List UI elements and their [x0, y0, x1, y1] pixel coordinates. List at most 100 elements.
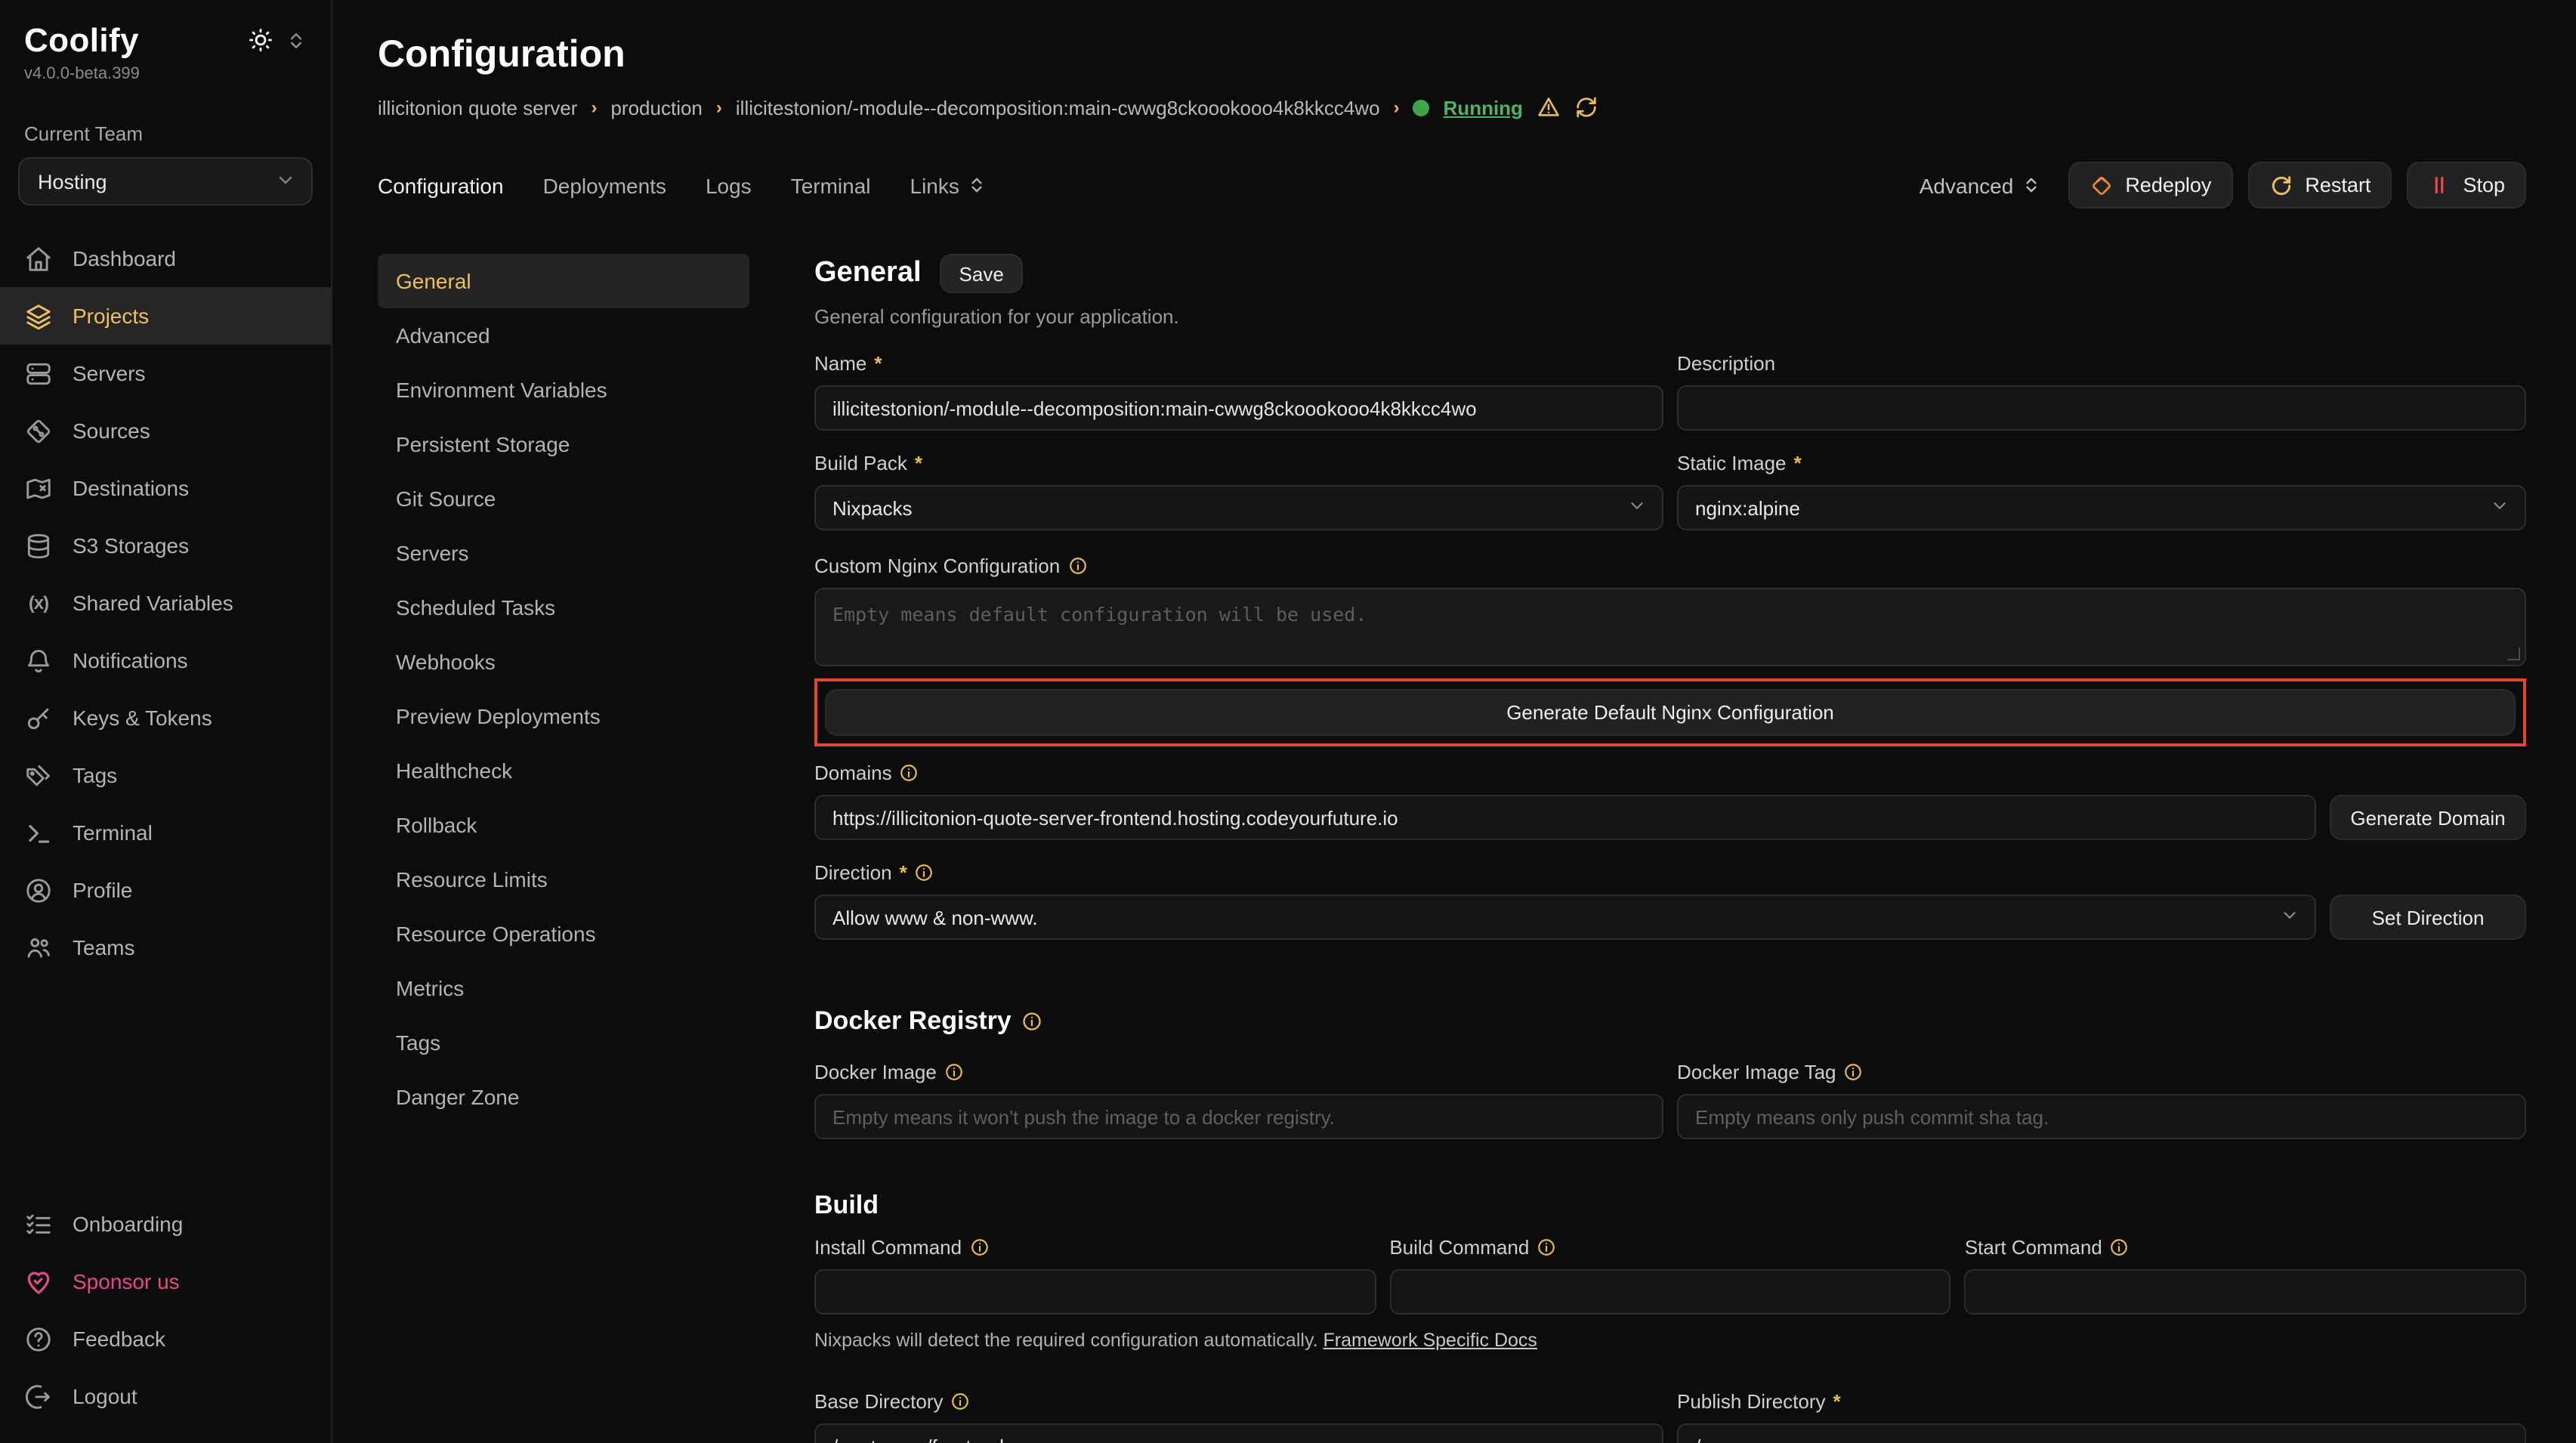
config-nav-metrics[interactable]: Metrics — [378, 961, 749, 1015]
tab-bar: Configuration Deployments Logs Terminal … — [378, 162, 2526, 209]
sidebar-item-destinations[interactable]: Destinations — [0, 459, 331, 517]
info-icon[interactable] — [1067, 556, 1087, 576]
config-nav-webhooks[interactable]: Webhooks — [378, 635, 749, 689]
sidebar-item-onboarding[interactable]: Onboarding — [0, 1195, 331, 1253]
main-content: Configuration illicitonion quote server … — [332, 0, 2576, 1443]
config-nav-tags[interactable]: Tags — [378, 1015, 749, 1070]
install-command-input[interactable] — [814, 1269, 1376, 1315]
config-nav-resource-operations[interactable]: Resource Operations — [378, 907, 749, 961]
set-direction-button[interactable]: Set Direction — [2330, 895, 2526, 940]
redeploy-label: Redeploy — [2125, 174, 2211, 196]
page-title: Configuration — [378, 33, 2526, 77]
tab-links[interactable]: Links — [910, 173, 987, 197]
tab-configuration[interactable]: Configuration — [378, 173, 504, 197]
config-nav-environment-variables[interactable]: Environment Variables — [378, 363, 749, 417]
save-button[interactable]: Save — [940, 254, 1024, 293]
team-select-value: Hosting — [38, 170, 107, 193]
refresh-icon[interactable] — [1574, 95, 1598, 119]
sidebar-item-label: Teams — [73, 935, 134, 959]
info-icon[interactable] — [1844, 1062, 1864, 1082]
start-command-input[interactable] — [1965, 1269, 2526, 1315]
sidebar-item-keys-tokens[interactable]: Keys & Tokens — [0, 689, 331, 746]
config-nav-advanced[interactable]: Advanced — [378, 308, 749, 363]
config-nav-preview-deployments[interactable]: Preview Deployments — [378, 689, 749, 743]
info-icon[interactable] — [900, 763, 919, 783]
docker-image-input[interactable] — [814, 1094, 1663, 1139]
chevron-down-icon — [2490, 496, 2510, 520]
static-image-label: Static Image — [1677, 452, 1787, 474]
config-nav-general[interactable]: General — [378, 254, 749, 308]
sidebar-item-servers[interactable]: Servers — [0, 345, 331, 402]
team-select[interactable]: Hosting — [18, 157, 313, 205]
advanced-dropdown[interactable]: Advanced — [1920, 173, 2041, 197]
terminal-icon — [24, 818, 53, 847]
info-icon[interactable] — [969, 1238, 989, 1257]
config-nav-servers[interactable]: Servers — [378, 526, 749, 580]
breadcrumb-environment[interactable]: production — [610, 96, 702, 119]
config-nav-rollback[interactable]: Rollback — [378, 798, 749, 852]
nginx-config-textarea[interactable]: Empty means default configuration will b… — [814, 588, 2526, 666]
config-nav-git-source[interactable]: Git Source — [378, 471, 749, 526]
redeploy-button[interactable]: Redeploy — [2068, 162, 2232, 209]
generate-nginx-config-button[interactable]: Generate Default Nginx Configuration — [825, 689, 2516, 736]
info-icon[interactable] — [2110, 1238, 2130, 1257]
sidebar-item-shared-variables[interactable]: (x) Shared Variables — [0, 574, 331, 632]
config-nav-resource-limits[interactable]: Resource Limits — [378, 852, 749, 907]
resize-handle[interactable] — [2507, 647, 2520, 660]
domains-input[interactable] — [814, 795, 2316, 840]
nginx-config-label: Custom Nginx Configuration — [814, 555, 1060, 577]
tab-terminal[interactable]: Terminal — [791, 173, 871, 197]
redeploy-icon — [2089, 173, 2113, 197]
config-nav-danger-zone[interactable]: Danger Zone — [378, 1070, 749, 1124]
info-icon[interactable] — [1022, 1011, 1043, 1032]
sidebar-item-notifications[interactable]: Notifications — [0, 632, 331, 689]
framework-docs-link[interactable]: Framework Specific Docs — [1324, 1330, 1537, 1351]
user-circle-icon — [24, 876, 53, 904]
sidebar-item-tags[interactable]: Tags — [0, 746, 331, 804]
description-input[interactable] — [1677, 385, 2526, 431]
tab-logs[interactable]: Logs — [706, 173, 752, 197]
info-icon[interactable] — [951, 1392, 971, 1411]
sidebar-item-label: Shared Variables — [73, 591, 233, 615]
sidebar-item-teams[interactable]: Teams — [0, 919, 331, 976]
config-nav-healthcheck[interactable]: Healthcheck — [378, 743, 749, 798]
info-icon[interactable] — [944, 1062, 964, 1082]
sidebar-header: Coolify — [0, 21, 331, 60]
sidebar-item-label: Sources — [73, 419, 150, 443]
sidebar-collapse-icon[interactable] — [286, 29, 307, 51]
breadcrumb-project[interactable]: illicitonion quote server — [378, 96, 577, 119]
sidebar-item-profile[interactable]: Profile — [0, 861, 331, 919]
sidebar-item-terminal[interactable]: Terminal — [0, 804, 331, 861]
warning-icon[interactable] — [1537, 95, 1561, 119]
start-command-label: Start Command — [1965, 1236, 2102, 1259]
name-input[interactable] — [814, 385, 1663, 431]
tab-deployments[interactable]: Deployments — [543, 173, 666, 197]
breadcrumb-application[interactable]: illicitestonion/-module--decomposition:m… — [736, 96, 1380, 119]
config-nav-persistent-storage[interactable]: Persistent Storage — [378, 417, 749, 471]
sidebar-item-projects[interactable]: Projects — [0, 287, 331, 345]
current-team-label: Current Team — [24, 122, 307, 145]
build-command-input[interactable] — [1389, 1269, 1951, 1315]
sidebar-item-logout[interactable]: Logout — [0, 1367, 331, 1425]
status-badge[interactable]: Running — [1444, 96, 1523, 119]
layers-icon — [24, 301, 53, 330]
sidebar-item-s3-storages[interactable]: S3 Storages — [0, 517, 331, 574]
sidebar-item-feedback[interactable]: Feedback — [0, 1310, 331, 1367]
info-icon[interactable] — [915, 863, 934, 882]
stop-button[interactable]: Stop — [2407, 162, 2526, 209]
config-nav-scheduled-tasks[interactable]: Scheduled Tasks — [378, 580, 749, 635]
theme-sun-icon[interactable] — [248, 27, 273, 53]
sidebar-item-sponsor[interactable]: Sponsor us — [0, 1253, 331, 1310]
status-dot — [1413, 99, 1430, 116]
base-directory-input[interactable] — [814, 1423, 1663, 1443]
generate-domain-button[interactable]: Generate Domain — [2330, 795, 2526, 840]
static-image-select[interactable]: nginx:alpine — [1677, 485, 2526, 530]
build-pack-select[interactable]: Nixpacks — [814, 485, 1663, 530]
publish-directory-input[interactable] — [1677, 1423, 2526, 1443]
docker-image-tag-input[interactable] — [1677, 1094, 2526, 1139]
direction-select[interactable]: Allow www & non-www. — [814, 895, 2316, 940]
restart-button[interactable]: Restart — [2247, 162, 2392, 209]
info-icon[interactable] — [1537, 1238, 1556, 1257]
sidebar-item-sources[interactable]: Sources — [0, 402, 331, 459]
sidebar-item-dashboard[interactable]: Dashboard — [0, 230, 331, 287]
